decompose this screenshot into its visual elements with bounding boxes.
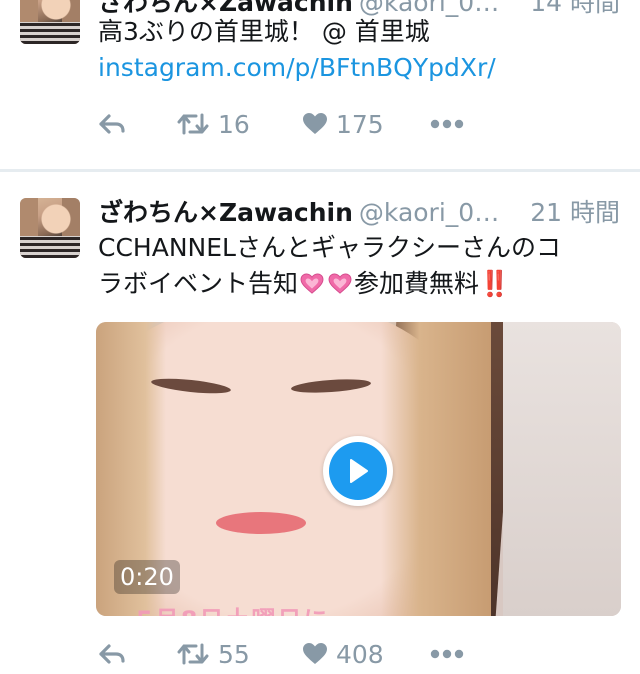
avatar[interactable]: [20, 0, 80, 44]
tweet-body: 高3ぶりの首里城！ @ 首里城: [98, 17, 430, 46]
play-button[interactable]: [323, 436, 393, 506]
retweet-icon: [177, 643, 209, 665]
like-button[interactable]: 175: [302, 104, 384, 144]
heart-icon: [303, 113, 327, 134]
pink-heart-emoji-icon: [300, 269, 324, 294]
reply-button[interactable]: [98, 634, 126, 674]
tweet[interactable]: ざわちん×Zawachin @kaori_0… 21 時間 CCHANNELさんと…: [0, 172, 640, 674]
tweet-actions: 55 408: [98, 634, 498, 674]
like-button[interactable]: 408: [302, 634, 384, 674]
play-icon: [350, 459, 368, 483]
pink-heart-emoji-icon: [328, 269, 352, 294]
reply-icon: [99, 114, 125, 134]
like-count: 408: [336, 639, 384, 669]
retweet-count: 16: [218, 109, 250, 139]
video-caption: 5月8日土曜日に: [136, 600, 436, 616]
more-button[interactable]: [430, 634, 464, 674]
tweet-body-line-1: CCHANNELさんとギャラクシーさんのコ: [98, 233, 561, 262]
tweet-timestamp[interactable]: 21 時間: [524, 196, 620, 230]
retweet-button[interactable]: 55: [176, 634, 250, 674]
tweet-body-segment: ラボイベント告知: [98, 269, 299, 298]
tweet-text: 高3ぶりの首里城！ @ 首里城 instagram.com/p/BFtnBQYp…: [98, 14, 620, 86]
tweet-text: CCHANNELさんとギャラクシーさんのコ ラボイベント告知 参加費無料‼️: [98, 230, 620, 302]
avatar[interactable]: [20, 198, 80, 258]
double-exclamation-emoji: ‼️: [479, 269, 510, 298]
timeline-feed: ざわちん×Zawachin @kaori_0… 14 時間 高3ぶりの首里城！ @…: [0, 0, 640, 674]
video-player[interactable]: 5月8日土曜日に 0:20: [96, 322, 621, 616]
more-icon: [430, 649, 464, 659]
tweet-body-line-2: ラボイベント告知 参加費無料‼️: [98, 266, 620, 302]
retweet-icon: [177, 113, 209, 135]
heart-icon: [303, 643, 327, 664]
video-thumbnail-lips: [216, 512, 306, 534]
display-name[interactable]: ざわちん×Zawachin: [98, 198, 353, 227]
tweet-actions: 16 175: [98, 104, 498, 144]
video-duration: 0:20: [114, 560, 180, 594]
avatar-shirt: [20, 236, 80, 258]
tweet[interactable]: ざわちん×Zawachin @kaori_0… 14 時間 高3ぶりの首里城！ @…: [0, 0, 640, 169]
tweet-link[interactable]: instagram.com/p/BFtnBQYpdXr/: [98, 50, 620, 86]
retweet-count: 55: [218, 639, 250, 669]
like-count: 175: [336, 109, 384, 139]
video-background-wall: [503, 322, 621, 616]
more-icon: [430, 119, 464, 129]
retweet-button[interactable]: 16: [176, 104, 250, 144]
user-handle[interactable]: @kaori_0…: [359, 198, 499, 227]
more-button[interactable]: [430, 104, 464, 144]
avatar-shirt: [20, 22, 80, 44]
play-button-inner: [329, 442, 387, 500]
tweet-body-segment: 参加費無料: [354, 269, 480, 298]
video-thumbnail-hair: [381, 322, 491, 616]
reply-button[interactable]: [98, 104, 126, 144]
tweet-header: ざわちん×Zawachin @kaori_0… 21 時間: [98, 196, 620, 230]
reply-icon: [99, 644, 125, 664]
